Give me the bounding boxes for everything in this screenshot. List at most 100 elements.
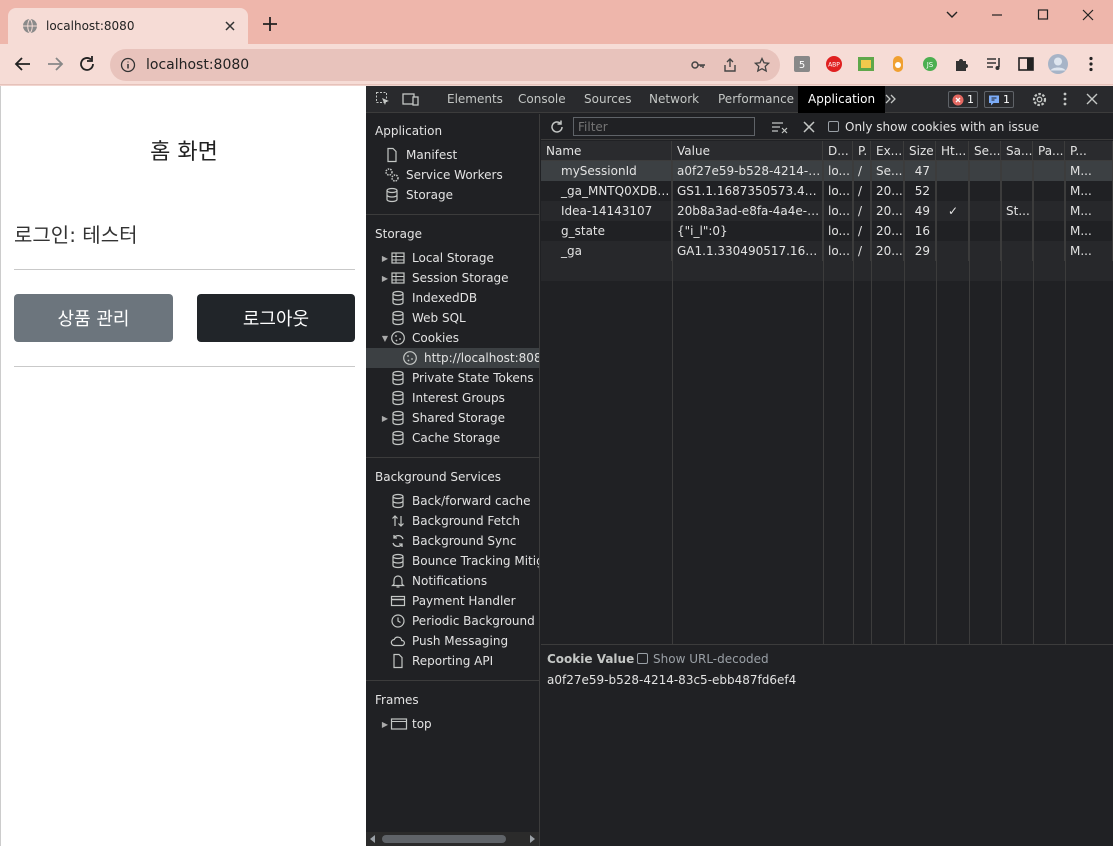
column-header-samesite[interactable]: Sa... <box>1001 141 1033 161</box>
table-row[interactable]: _ga GA1.1.330490517.16852... lo... / 20.… <box>541 241 1113 261</box>
maximize-icon[interactable] <box>1031 6 1055 24</box>
table-row[interactable]: g_state {"i_l":0} lo... / 20... 16 M... <box>541 221 1113 241</box>
tab-performance[interactable]: Performance <box>718 86 794 113</box>
puzzle-extensions-icon[interactable] <box>953 55 971 73</box>
tab-application[interactable]: Application <box>798 86 886 113</box>
scroll-right-arrow-icon[interactable] <box>528 835 536 843</box>
sidebar-item-session-storage[interactable]: ▶ Session Storage <box>366 268 539 288</box>
sidebar-item-interest-groups[interactable]: Interest Groups <box>366 388 539 408</box>
address-bar[interactable]: localhost:8080 <box>110 49 780 81</box>
column-header-expires[interactable]: Ex... <box>871 141 904 161</box>
sidebar-item-cache-storage[interactable]: Cache Storage <box>366 428 539 448</box>
column-header-priority[interactable]: P... <box>1065 141 1113 161</box>
close-icon[interactable] <box>222 18 238 34</box>
gear-icon[interactable] <box>1031 91 1048 108</box>
browser-tab[interactable]: localhost:8080 <box>8 8 248 44</box>
sidebar-item-payment-handler[interactable]: Payment Handler <box>366 591 539 611</box>
minimize-icon[interactable] <box>985 6 1009 24</box>
sidebar-item-background-fetch[interactable]: Background Fetch <box>366 511 539 531</box>
star-icon[interactable] <box>754 57 770 73</box>
sidebar-item-shared-storage[interactable]: ▶ Shared Storage <box>366 408 539 428</box>
sidebar-item-bounce-tracking[interactable]: Bounce Tracking Mitigat <box>366 551 539 571</box>
column-header-httponly[interactable]: Ht... <box>936 141 969 161</box>
filter-input[interactable] <box>573 117 755 136</box>
expand-arrow-icon[interactable]: ▶ <box>380 274 390 283</box>
sidebar-item-background-sync[interactable]: Background Sync <box>366 531 539 551</box>
html5-extension-icon[interactable]: 5 <box>793 55 811 73</box>
expand-arrow-icon[interactable]: ▶ <box>380 414 390 423</box>
back-arrow-icon[interactable] <box>12 53 34 75</box>
sidebar-item-back-forward-cache[interactable]: Back/forward cache <box>366 491 539 511</box>
chevron-down-icon[interactable] <box>940 6 964 24</box>
new-tab-plus-icon[interactable] <box>260 14 280 34</box>
adblock-extension-icon[interactable]: ABP <box>825 55 843 73</box>
device-toolbar-icon[interactable] <box>402 91 420 107</box>
sidebar-item-push-messaging[interactable]: Push Messaging <box>366 631 539 651</box>
sidebar-item-storage[interactable]: Storage <box>366 185 539 205</box>
expand-arrow-icon[interactable]: ▶ <box>380 254 390 263</box>
sidebar-item-cookies[interactable]: ▼ Cookies <box>366 328 539 348</box>
browser-titlebar: localhost:8080 <box>0 0 1113 44</box>
info-icon[interactable] <box>120 57 136 73</box>
sidebar-item-cookie-origin[interactable]: http://localhost:8080 <box>366 348 539 368</box>
message-badge[interactable]: 1 <box>984 91 1014 108</box>
column-header-value[interactable]: Value <box>672 141 823 161</box>
expand-arrow-icon[interactable]: ▶ <box>380 720 390 729</box>
key-icon[interactable] <box>690 57 706 73</box>
reload-icon[interactable] <box>76 53 98 75</box>
column-header-partition-key[interactable]: Pa... <box>1033 141 1065 161</box>
only-issues-checkbox[interactable] <box>828 121 839 132</box>
close-icon[interactable] <box>1085 92 1099 106</box>
logout-button[interactable]: 로그아웃 <box>197 294 355 342</box>
sidebar-item-reporting-api[interactable]: Reporting API <box>366 651 539 671</box>
more-tabs-chevron-icon[interactable] <box>884 92 898 106</box>
close-window-icon[interactable] <box>1076 6 1100 24</box>
sidebar-item-local-storage[interactable]: ▶ Local Storage <box>366 248 539 268</box>
delete-x-icon[interactable] <box>802 120 816 134</box>
kebab-menu-icon[interactable] <box>1061 91 1069 107</box>
inspect-element-icon[interactable] <box>375 91 391 107</box>
side-panel-icon[interactable] <box>1017 55 1035 73</box>
cookie-icon <box>402 350 418 366</box>
cookie-size: 52 <box>904 181 936 201</box>
table-row[interactable]: mySessionId a0f27e59-b528-4214-83... lo.… <box>541 161 1113 181</box>
column-header-size[interactable]: Size <box>904 141 936 161</box>
error-badge[interactable]: 1 <box>948 91 978 108</box>
forward-arrow-icon[interactable] <box>44 53 66 75</box>
kebab-menu-icon[interactable] <box>1082 55 1100 73</box>
sidebar-item-service-workers[interactable]: Service Workers <box>366 165 539 185</box>
sidebar-item-private-state-tokens[interactable]: Private State Tokens <box>366 368 539 388</box>
show-url-decoded-checkbox[interactable] <box>637 653 648 664</box>
scroll-thumb[interactable] <box>382 835 506 843</box>
collapse-arrow-icon[interactable]: ▼ <box>380 334 390 343</box>
refresh-icon[interactable] <box>549 119 565 135</box>
sidebar-item-notifications[interactable]: Notifications <box>366 571 539 591</box>
column-header-name[interactable]: Name <box>541 141 672 161</box>
image-extension-icon[interactable] <box>857 55 875 73</box>
tab-sources[interactable]: Sources <box>584 86 631 113</box>
scroll-left-arrow-icon[interactable] <box>369 835 377 843</box>
tab-elements[interactable]: Elements <box>447 86 503 113</box>
media-playlist-icon[interactable] <box>985 55 1003 73</box>
tab-network[interactable]: Network <box>649 86 699 113</box>
product-manage-button[interactable]: 상품 관리 <box>14 294 173 342</box>
column-header-secure[interactable]: Se... <box>969 141 1001 161</box>
tab-console[interactable]: Console <box>518 86 566 113</box>
cookie-httponly <box>936 241 969 261</box>
js-extension-icon[interactable]: JS <box>921 55 939 73</box>
sidebar-item-periodic-background-sync[interactable]: Periodic Background Sy <box>366 611 539 631</box>
table-row[interactable]: _ga_MNTQ0XDB0P GS1.1.1687350573.47.1.1..… <box>541 181 1113 201</box>
sidebar-item-web-sql[interactable]: Web SQL <box>366 308 539 328</box>
avatar-icon[interactable] <box>1047 53 1069 75</box>
table-row[interactable]: Idea-14143107 20b8a3ad-e8fa-4a4e-a3... l… <box>541 201 1113 221</box>
horizontal-scrollbar[interactable] <box>366 832 539 846</box>
column-header-path[interactable]: P. <box>853 141 871 161</box>
sidebar-item-indexeddb[interactable]: IndexedDB <box>366 288 539 308</box>
column-header-domain[interactable]: D... <box>823 141 853 161</box>
sidebar-item-manifest[interactable]: Manifest <box>366 145 539 165</box>
timer-extension-icon[interactable] <box>889 55 907 73</box>
clear-all-filter-icon[interactable] <box>771 119 789 135</box>
sidebar-item-frame-top[interactable]: ▶ top <box>366 714 539 734</box>
cookie-value-text[interactable]: a0f27e59-b528-4214-83c5-ebb487fd6ef4 <box>547 673 796 687</box>
share-icon[interactable] <box>722 57 738 73</box>
